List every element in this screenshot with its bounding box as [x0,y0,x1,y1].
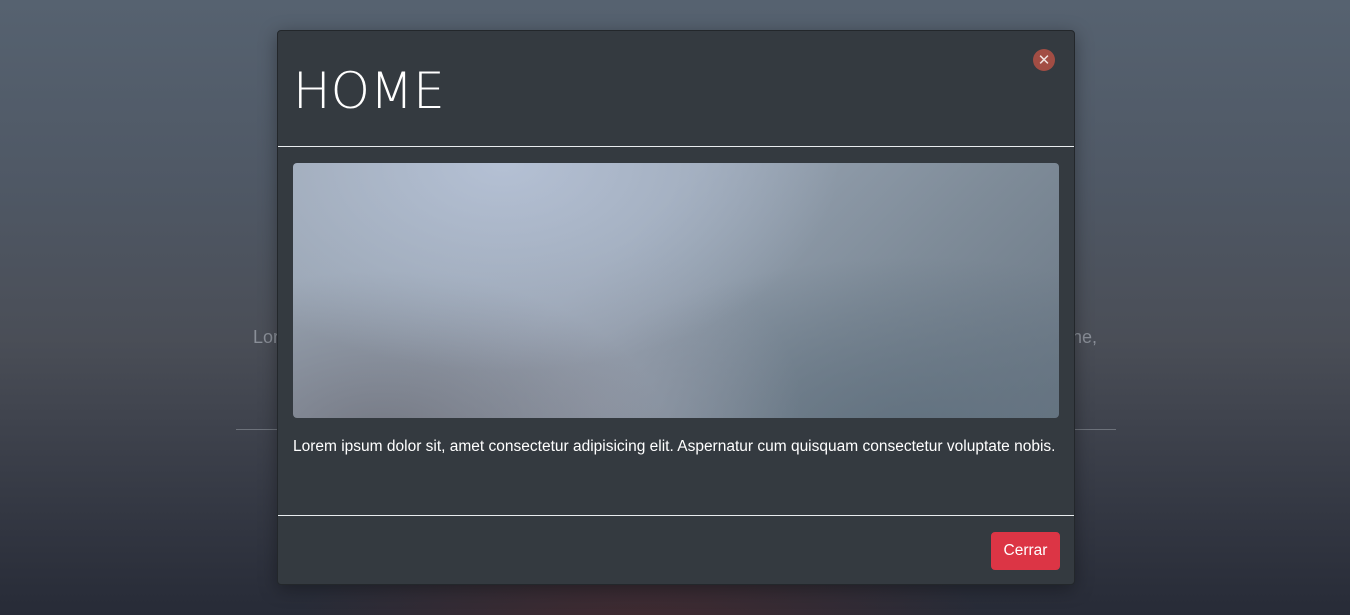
modal-footer: Cerrar [278,515,1074,584]
background-text-right: ne, [1072,327,1098,347]
modal-dialog: HOME ✕ Lorem ipsum dolor sit, amet conse… [277,30,1075,585]
cerrar-button[interactable]: Cerrar [991,532,1060,570]
background-text-left: Lor [253,327,280,347]
modal-image [293,163,1059,418]
modal-header: HOME ✕ [278,31,1074,147]
modal-title: HOME [293,62,445,120]
modal-description: Lorem ipsum dolor sit, amet consectetur … [293,438,1056,455]
modal-body: Lorem ipsum dolor sit, amet consectetur … [278,147,1074,515]
close-button[interactable]: ✕ [1033,49,1055,71]
close-icon: ✕ [1037,50,1051,69]
